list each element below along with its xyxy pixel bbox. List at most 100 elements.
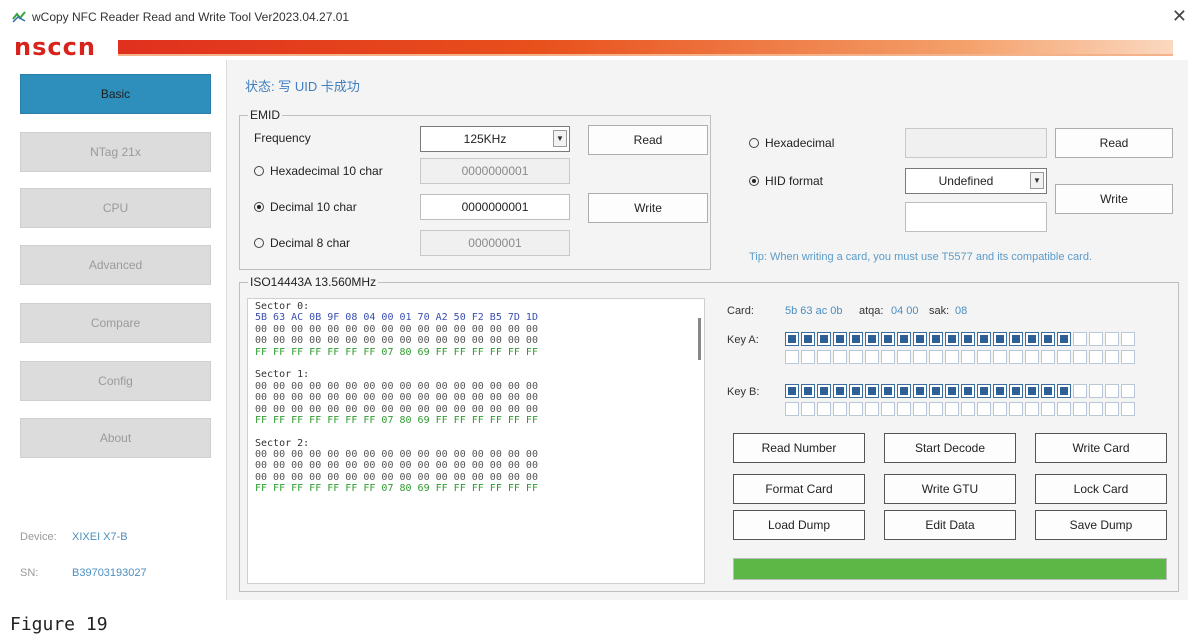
frequency-label: Frequency (254, 131, 311, 145)
edit-data-button[interactable]: Edit Data (884, 510, 1016, 540)
title-bar: wCopy NFC Reader Read and Write Tool Ver… (0, 0, 1203, 34)
hex10-radio[interactable]: Hexadecimal 10 char (254, 164, 383, 178)
key-byte-box (961, 332, 975, 346)
dump-line: FF FF FF FF FF FF FF 07 80 69 FF FF FF F… (255, 414, 538, 426)
key-byte-box (993, 384, 1007, 398)
sn-value: B39703193027 (72, 567, 147, 579)
key-byte-box (913, 350, 927, 364)
key-a-label: Key A: (727, 334, 759, 346)
key-byte-box (961, 402, 975, 416)
hid-format-select[interactable]: Undefined ▼ (905, 168, 1047, 194)
hid-hex-radio[interactable]: Hexadecimal (749, 136, 834, 150)
radio-selected-icon[interactable] (254, 202, 264, 212)
read-number-button[interactable]: Read Number (733, 433, 865, 463)
key-byte-box (1025, 350, 1039, 364)
load-dump-button[interactable]: Load Dump (733, 510, 865, 540)
hid-read-button[interactable]: Read (1055, 128, 1173, 158)
key-byte-box (1009, 350, 1023, 364)
hid-format-radio[interactable]: HID format (749, 174, 823, 188)
dump-line: 00 00 00 00 00 00 00 00 00 00 00 00 00 0… (255, 335, 538, 347)
key-byte-box (1073, 384, 1087, 398)
hex10-field[interactable]: 0000000001 (420, 158, 570, 184)
write-card-button[interactable]: Write Card (1035, 433, 1167, 463)
hid-hex-field[interactable] (905, 128, 1047, 158)
close-icon[interactable]: ✕ (1172, 6, 1187, 27)
dec10-radio[interactable]: Decimal 10 char (254, 200, 357, 214)
emid-read-button[interactable]: Read (588, 125, 708, 155)
key-byte-box (913, 332, 927, 346)
sidebar-item-ntag21x[interactable]: NTag 21x (20, 132, 211, 172)
key-byte-box (833, 402, 847, 416)
key-byte-box (1089, 350, 1103, 364)
hid-hex-label: Hexadecimal (765, 136, 835, 150)
radio-selected-icon[interactable] (749, 176, 759, 186)
chevron-down-icon[interactable]: ▼ (553, 130, 567, 147)
atqa-value: 04 00 (891, 305, 919, 317)
hex10-label: Hexadecimal 10 char (270, 164, 383, 178)
key-byte-box (897, 402, 911, 416)
sidebar-item-cpu[interactable]: CPU (20, 188, 211, 228)
sidebar-item-about[interactable]: About (20, 418, 211, 458)
key-byte-box (849, 402, 863, 416)
main-panel: 状态: 写 UID 卡成功 EMID Frequency 125KHz ▼ Re… (226, 60, 1188, 600)
key-byte-box (785, 350, 799, 364)
radio-icon[interactable] (749, 138, 759, 148)
sidebar-item-compare[interactable]: Compare (20, 303, 211, 343)
dump-line: 00 00 00 00 00 00 00 00 00 00 00 00 00 0… (255, 380, 538, 392)
hid-value-field[interactable] (905, 202, 1047, 232)
key-byte-box (1041, 332, 1055, 346)
key-byte-box (961, 384, 975, 398)
radio-icon[interactable] (254, 238, 264, 248)
key-b-row-1 (785, 384, 1137, 398)
key-byte-box (945, 402, 959, 416)
key-b-label: Key B: (727, 386, 760, 398)
dec10-field[interactable]: 0000000001 (420, 194, 570, 220)
dec8-field[interactable]: 00000001 (420, 230, 570, 256)
dec8-radio[interactable]: Decimal 8 char (254, 236, 350, 250)
key-byte-box (1041, 350, 1055, 364)
sidebar-item-advanced[interactable]: Advanced (20, 245, 211, 285)
dump-line: Sector 1: (255, 369, 310, 381)
emid-group: EMID Frequency 125KHz ▼ Read Hexadecimal… (239, 108, 711, 270)
frequency-value: 125KHz (463, 132, 507, 146)
chevron-down-icon[interactable]: ▼ (1030, 172, 1044, 189)
radio-icon[interactable] (254, 166, 264, 176)
key-byte-box (1121, 350, 1135, 364)
figure-caption: Figure 19 (10, 614, 108, 635)
format-card-button[interactable]: Format Card (733, 474, 865, 504)
key-byte-box (1057, 350, 1071, 364)
app-logo-icon (12, 11, 26, 23)
dump-line: Sector 0: (255, 301, 310, 312)
start-decode-button[interactable]: Start Decode (884, 433, 1016, 463)
frequency-select[interactable]: 125KHz ▼ (420, 126, 570, 152)
dump-view[interactable]: Sector 0: 5B 63 AC 0B 9F 08 04 00 01 70 A… (247, 298, 705, 584)
iso-group-title: ISO14443A 13.560MHz (248, 275, 379, 289)
key-byte-box (817, 332, 831, 346)
card-uid-value: 5b 63 ac 0b (785, 305, 843, 317)
emid-write-button[interactable]: Write (588, 193, 708, 223)
key-byte-box (1057, 402, 1071, 416)
key-byte-box (817, 384, 831, 398)
key-byte-box (785, 332, 799, 346)
key-byte-box (881, 402, 895, 416)
key-byte-box (929, 402, 943, 416)
key-byte-box (1009, 402, 1023, 416)
key-byte-box (977, 332, 991, 346)
key-byte-box (1041, 402, 1055, 416)
hid-write-button[interactable]: Write (1055, 184, 1173, 214)
key-byte-box (1105, 332, 1119, 346)
dump-scrollbar[interactable] (698, 318, 701, 360)
window-title: wCopy NFC Reader Read and Write Tool Ver… (32, 10, 350, 24)
write-gtu-button[interactable]: Write GTU (884, 474, 1016, 504)
sidebar-item-basic[interactable]: Basic (20, 74, 211, 114)
key-byte-box (833, 384, 847, 398)
sak-label: sak: (929, 305, 950, 317)
save-dump-button[interactable]: Save Dump (1035, 510, 1167, 540)
key-byte-box (945, 384, 959, 398)
sn-label: SN: (20, 567, 39, 579)
key-byte-box (785, 402, 799, 416)
atqa-label: atqa: (859, 305, 884, 317)
sidebar-item-config[interactable]: Config (20, 361, 211, 401)
sidebar: Basic NTag 21x CPU Advanced Compare Conf… (0, 60, 225, 605)
lock-card-button[interactable]: Lock Card (1035, 474, 1167, 504)
